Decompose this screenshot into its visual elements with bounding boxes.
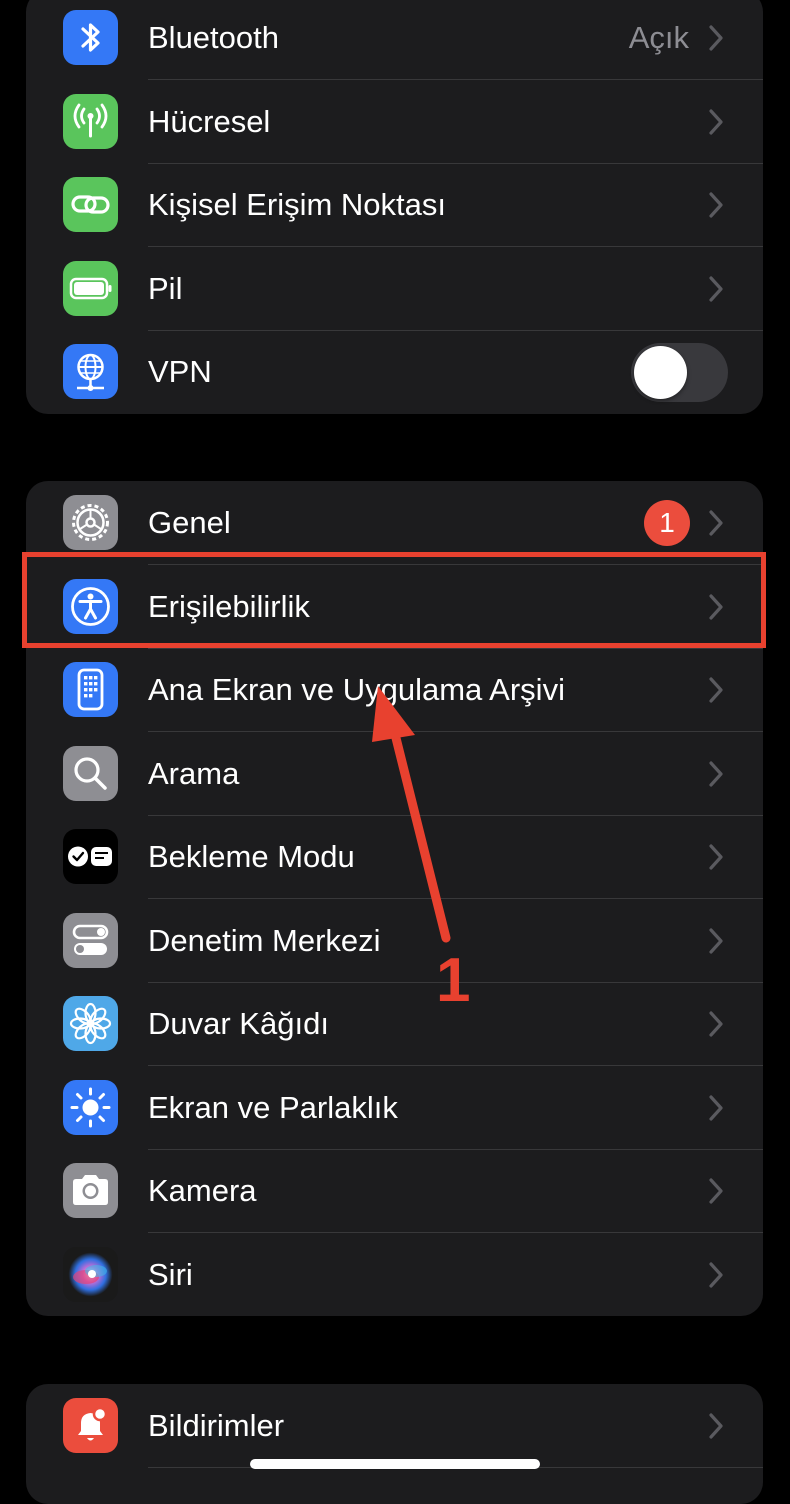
chevron-right-icon: [709, 1413, 723, 1439]
row-home-screen[interactable]: Ana Ekran ve Uygulama Arşivi: [26, 648, 763, 732]
settings-group-connectivity: Bluetooth Açık Hücresel Kişisel Erişim N…: [26, 0, 763, 414]
row-control-center[interactable]: Denetim Merkezi: [26, 899, 763, 983]
highlight-box: [22, 552, 766, 648]
chevron-right-icon: [709, 844, 723, 870]
chevron-right-icon: [709, 1178, 723, 1204]
row-search[interactable]: Arama: [26, 732, 763, 816]
row-personal-hotspot[interactable]: Kişisel Erişim Noktası: [26, 163, 763, 247]
row-label: Duvar Kâğıdı: [148, 1006, 329, 1041]
chevron-right-icon: [709, 510, 723, 536]
globe-network-icon: [63, 344, 118, 399]
notification-badge: 1: [644, 500, 690, 546]
chevron-right-icon: [709, 928, 723, 954]
chevron-right-icon: [709, 761, 723, 787]
row-standby[interactable]: Bekleme Modu: [26, 815, 763, 899]
chevron-right-icon: [709, 1011, 723, 1037]
row-label: Siri: [148, 1257, 193, 1292]
link-icon: [63, 177, 118, 232]
chevron-right-icon: [709, 1262, 723, 1288]
toggles-icon: [63, 913, 118, 968]
row-camera[interactable]: Kamera: [26, 1149, 763, 1233]
camera-icon: [63, 1163, 118, 1218]
settings-group-notifications: Bildirimler: [26, 1384, 763, 1504]
row-display-brightness[interactable]: Ekran ve Parlaklık: [26, 1066, 763, 1150]
row-wallpaper[interactable]: Duvar Kâğıdı: [26, 982, 763, 1066]
home-indicator: [250, 1459, 540, 1469]
row-label: Hücresel: [148, 104, 271, 139]
chevron-right-icon: [709, 1095, 723, 1121]
chevron-right-icon: [709, 677, 723, 703]
row-label: Genel: [148, 505, 231, 540]
row-label: Pil: [148, 271, 183, 306]
step-number: 1: [436, 946, 471, 1015]
chevron-right-icon: [709, 109, 723, 135]
cellular-antenna-icon: [63, 94, 118, 149]
row-label: Denetim Merkezi: [148, 923, 381, 958]
bluetooth-icon: [63, 10, 118, 65]
row-bluetooth[interactable]: Bluetooth Açık: [26, 0, 763, 80]
row-label: Bekleme Modu: [148, 839, 355, 874]
sun-icon: [63, 1080, 118, 1135]
vpn-toggle[interactable]: [631, 343, 728, 402]
row-label: Bluetooth: [148, 20, 279, 55]
battery-icon: [63, 261, 118, 316]
bluetooth-status: Açık: [628, 20, 689, 55]
row-notifications[interactable]: Bildirimler: [26, 1384, 763, 1468]
row-cellular[interactable]: Hücresel: [26, 80, 763, 164]
chevron-right-icon: [709, 192, 723, 218]
chevron-right-icon: [709, 25, 723, 51]
row-label: VPN: [148, 354, 212, 389]
row-vpn: VPN: [26, 330, 763, 414]
siri-icon: [63, 1247, 118, 1302]
row-label: Ekran ve Parlaklık: [148, 1090, 398, 1125]
row-siri[interactable]: Siri: [26, 1233, 763, 1316]
chevron-right-icon: [709, 276, 723, 302]
toggle-knob: [634, 346, 687, 399]
row-label: Bildirimler: [148, 1408, 285, 1443]
magnifier-icon: [63, 746, 118, 801]
row-label: Arama: [148, 756, 240, 791]
flower-icon: [63, 996, 118, 1051]
row-battery[interactable]: Pil: [26, 247, 763, 331]
gear-icon: [63, 495, 118, 550]
row-label: Kamera: [148, 1173, 257, 1208]
phone-grid-icon: [63, 662, 118, 717]
row-label: Ana Ekran ve Uygulama Arşivi: [148, 672, 565, 707]
row-label: Kişisel Erişim Noktası: [148, 187, 446, 222]
bell-badge-icon: [63, 1398, 118, 1453]
standby-icon: [63, 829, 118, 884]
